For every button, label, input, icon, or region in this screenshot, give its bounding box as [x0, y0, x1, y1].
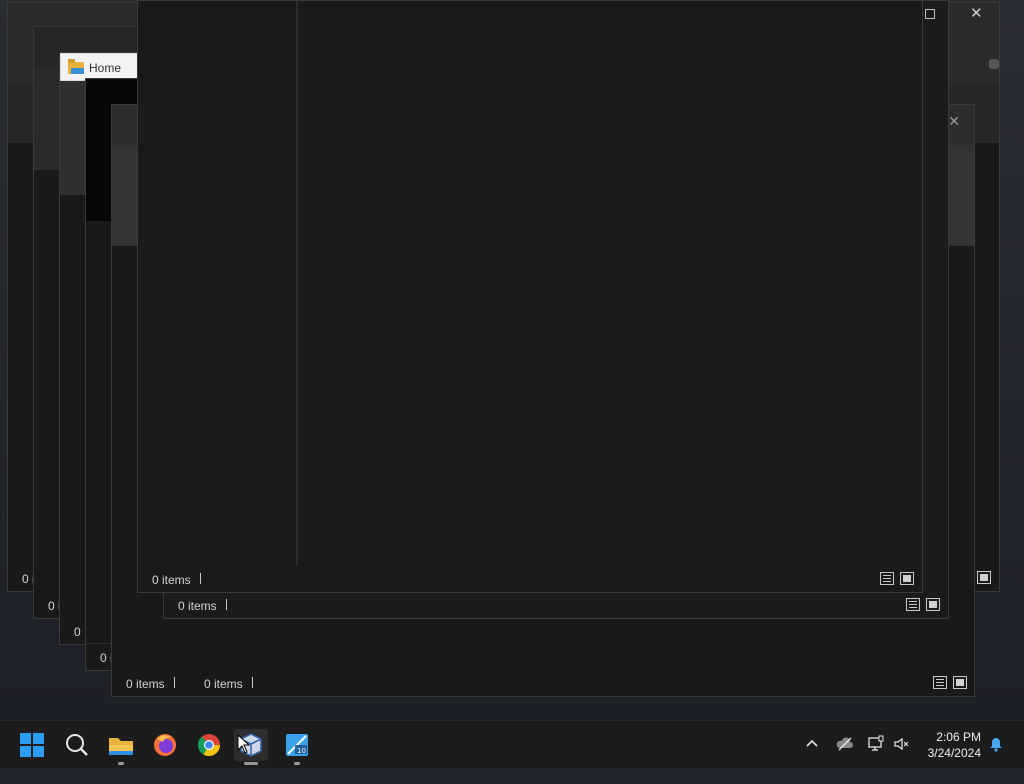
item-count: 0 items	[126, 677, 165, 691]
details-view-icon[interactable]	[906, 598, 920, 611]
onedrive-icon[interactable]	[836, 735, 854, 783]
svg-text:10: 10	[297, 747, 306, 755]
navigation-pane[interactable]	[138, 1, 298, 566]
status-separator	[200, 573, 201, 584]
content-area[interactable]	[298, 1, 922, 566]
chrome-icon	[197, 734, 220, 756]
running-indicator	[244, 762, 258, 765]
status-separator	[226, 599, 227, 610]
clock-time: 2:06 PM	[936, 730, 981, 744]
running-indicator	[294, 762, 300, 765]
tray-overflow-icon[interactable]	[805, 736, 819, 784]
firefox-button[interactable]	[149, 729, 181, 761]
status-bar: 0 items	[138, 566, 922, 592]
tab-label: Home	[89, 61, 122, 75]
app-button[interactable]: 10	[281, 729, 313, 765]
volume-muted-icon[interactable]	[893, 735, 911, 783]
details-view-icon[interactable]	[880, 572, 894, 585]
explorer-window-front[interactable]: 0 items	[137, 0, 923, 593]
clock-date: 3/24/2024	[927, 746, 981, 760]
status-bar: 0 items 0 items	[112, 670, 974, 696]
status-separator	[174, 677, 175, 688]
network-icon[interactable]	[867, 735, 885, 783]
item-count: 0 items	[152, 573, 191, 587]
large-icons-view-icon[interactable]	[900, 572, 914, 585]
search-icon	[66, 734, 88, 756]
mouse-cursor-icon	[237, 734, 251, 754]
large-icons-view-icon[interactable]	[953, 676, 967, 689]
taskbar: 10 2:06 PM 3/24/2024	[0, 720, 1024, 768]
chrome-button[interactable]	[193, 729, 225, 761]
item-count: 0 items	[178, 599, 217, 613]
folder-icon	[68, 59, 84, 74]
status-bar: 0 items	[164, 592, 948, 618]
notification-bell-icon[interactable]	[988, 736, 1004, 784]
close-icon[interactable]: ✕	[970, 6, 983, 22]
start-button[interactable]	[16, 729, 48, 761]
status-separator	[252, 677, 253, 688]
file-explorer-button[interactable]	[105, 729, 137, 765]
large-icons-view-icon[interactable]	[926, 598, 940, 611]
details-view-icon[interactable]	[933, 676, 947, 689]
running-indicator	[118, 762, 124, 765]
app-icon: 10	[286, 734, 308, 756]
folder-icon	[109, 738, 133, 755]
large-icons-view-icon[interactable]	[977, 571, 991, 584]
clock[interactable]: 2:06 PM 3/24/2024	[928, 729, 981, 761]
windows-logo-icon	[20, 733, 44, 757]
item-count: 0	[74, 625, 81, 639]
maximize-icon[interactable]	[925, 9, 935, 19]
restore-icon[interactable]	[989, 59, 999, 69]
item-count: 0 items	[204, 677, 243, 691]
firefox-icon	[154, 734, 176, 756]
tab-home[interactable]: Home	[60, 53, 140, 81]
close-icon[interactable]: ✕	[948, 113, 960, 129]
search-button[interactable]	[61, 729, 93, 761]
